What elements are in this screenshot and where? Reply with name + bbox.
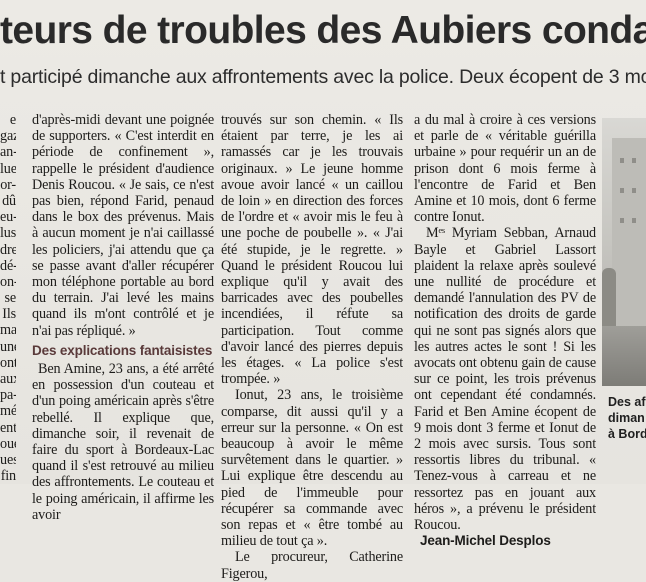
window-shape xyxy=(620,158,624,163)
cropped-line-fragment: lus xyxy=(0,225,16,242)
cropped-line-fragment: ues xyxy=(0,451,16,468)
article-column-1: d'après-midi devant une poignée de suppo… xyxy=(32,112,214,523)
cropped-line-fragment: ont xyxy=(0,354,16,371)
paragraph: Ben Amine, 23 ans, a été arrêté en posse… xyxy=(32,361,214,523)
cropped-line-fragment: e xyxy=(9,112,16,128)
window-shape xyxy=(620,188,624,193)
cropped-line-fragment: dé- xyxy=(0,257,16,274)
paragraph: a du mal à croire à ces versions et parl… xyxy=(414,112,596,226)
cropped-line-fragment: fin xyxy=(0,468,16,485)
paragraph: Ionut, 23 ans, le troisième comparse, di… xyxy=(221,387,403,550)
caption-line: diman xyxy=(608,411,645,425)
paragraph: d'après-midi devant une poignée de suppo… xyxy=(32,112,214,339)
cropped-line-fragment: eu- xyxy=(0,209,16,226)
cropped-line-fragment: mal xyxy=(0,322,16,339)
caption-line: Des af xyxy=(608,395,646,409)
cropped-line-fragment: dû xyxy=(2,192,16,209)
author-signature: Jean-Michel Desplos xyxy=(420,533,551,549)
cropped-line-fragment: ent xyxy=(0,419,16,436)
cropped-line-fragment: se xyxy=(4,290,16,307)
paragraph: trouvés sur son chemin. « Ils étaient pa… xyxy=(221,112,403,388)
window-shape xyxy=(620,218,624,223)
cropped-line-fragment: oue xyxy=(0,435,16,452)
article-column-2: trouvés sur son chemin. « Ils étaient pa… xyxy=(221,112,403,582)
cropped-line-fragment: on- xyxy=(0,273,16,290)
article-headline: teurs de troubles des Aubiers condam xyxy=(0,9,646,52)
road-shape xyxy=(602,326,646,386)
article-photo xyxy=(602,118,646,386)
cropped-line-fragment: mé- xyxy=(0,403,16,420)
window-shape xyxy=(632,188,636,193)
cropped-line-fragment: or- xyxy=(0,176,16,193)
caption-line: à Bord xyxy=(608,427,646,441)
window-shape xyxy=(632,218,636,223)
cropped-column-fragments: egazan-lueor-dûeu-lusdre.dé-on-seIlsmalu… xyxy=(0,112,16,484)
article-subheadline: t participé dimanche aux affrontements a… xyxy=(0,66,646,88)
cropped-line-fragment: an- xyxy=(0,144,16,161)
cropped-line-fragment: gaz xyxy=(0,128,16,145)
paragraph: Le procureur, Catherine Figerou, xyxy=(221,549,403,582)
paragraph: Mᵉˢ Myriam Sebban, Arnaud Bayle et Gabri… xyxy=(414,225,596,534)
cropped-line-fragment: pa- xyxy=(0,387,16,404)
cropped-line-fragment: dre. xyxy=(0,241,16,258)
photo-caption: Des af diman à Bord xyxy=(608,394,646,442)
window-shape xyxy=(632,158,636,163)
cropped-line-fragment: aux xyxy=(0,371,16,387)
cropped-line-fragment: Ils xyxy=(2,306,16,323)
section-subtitle: Des explications fantaisistes xyxy=(32,342,213,358)
cropped-line-fragment: une xyxy=(0,338,16,355)
cropped-line-fragment: lue xyxy=(0,160,16,177)
